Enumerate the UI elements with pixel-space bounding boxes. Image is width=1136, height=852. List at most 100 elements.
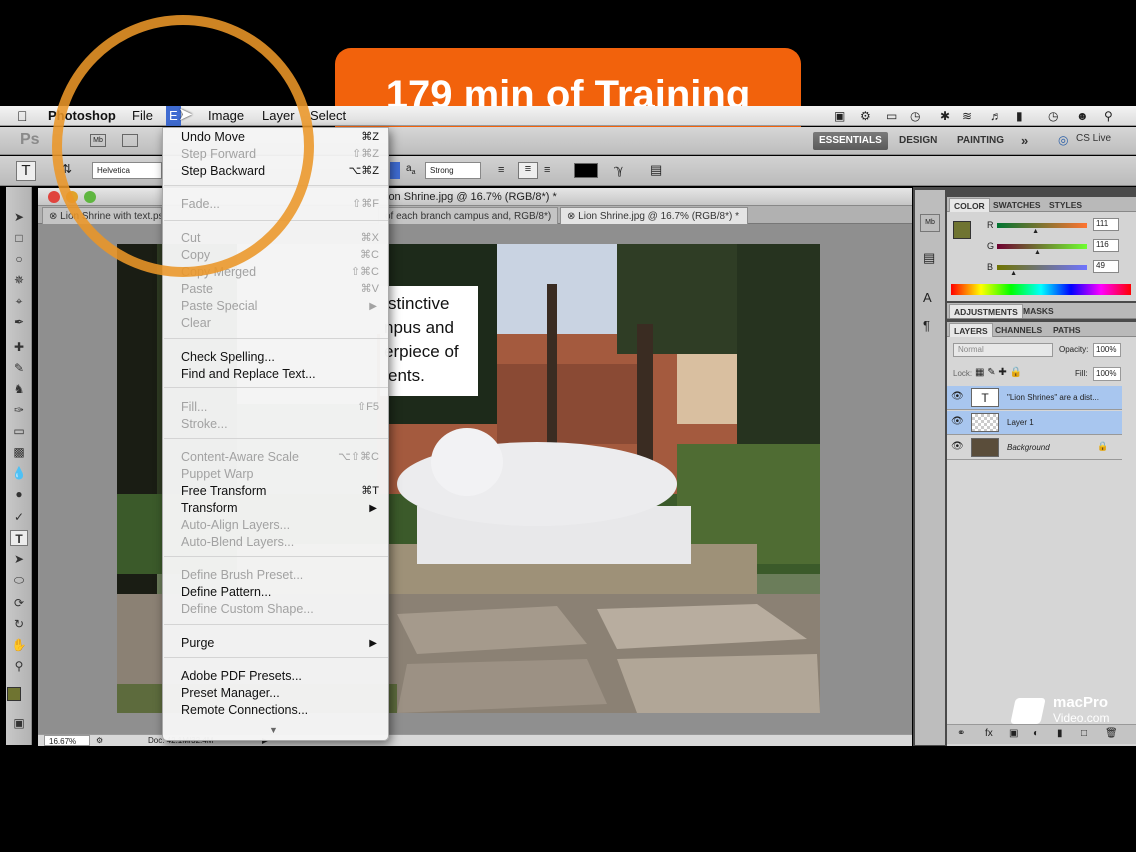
workspace-painting[interactable]: PAINTING — [951, 132, 1010, 150]
align-left-icon[interactable]: ≡ — [498, 164, 504, 176]
menu-item-step-forward[interactable]: Step Forward ⇧⌘Z — [181, 146, 379, 163]
b-slider-thumb[interactable]: ▲ — [1010, 270, 1017, 277]
antialias-select[interactable]: Strong — [425, 162, 481, 179]
menu-item-clear[interactable]: Clear — [181, 315, 379, 332]
adjustment-layer-icon[interactable]: ◐ — [1033, 728, 1039, 739]
menu-item-step-backward[interactable]: Step Backward ⌥⌘Z — [181, 163, 379, 180]
menu-file[interactable]: File — [132, 108, 153, 123]
menu-layer[interactable]: Layer — [262, 108, 295, 123]
menu-item-fade[interactable]: Fade... ⇧⌘F — [181, 196, 379, 213]
align-right-icon[interactable]: ≡ — [544, 164, 550, 176]
menu-item-fill[interactable]: Fill... ⇧F5 — [181, 399, 379, 416]
tab-color[interactable]: COLOR — [949, 198, 990, 212]
history-panel-icon[interactable]: ▤ — [923, 250, 935, 266]
clock-icon[interactable]: ◷ — [1048, 109, 1058, 123]
menu-item-define-brush-preset[interactable]: Define Brush Preset... — [181, 567, 379, 584]
text-orientation-icon[interactable]: ⇅ — [62, 162, 72, 176]
visibility-eye-icon[interactable]: 👁 — [951, 416, 964, 427]
layer-row[interactable]: 👁 Background 🔒 — [947, 436, 1122, 460]
blur-tool-icon[interactable]: 💧 — [10, 465, 28, 481]
workspace-essentials[interactable]: ESSENTIALS — [813, 132, 888, 150]
tab-lion-shrine-jpg[interactable]: ⊗ Lion Shrine.jpg @ 16.7% (RGB/8*) * — [560, 207, 748, 224]
color-fg-swatch[interactable] — [953, 221, 971, 239]
menu-item-undo-move[interactable]: Undo Move ⌘Z — [181, 129, 379, 146]
3d-rotate-tool-icon[interactable]: ⟳ — [10, 595, 28, 611]
fill-field[interactable]: 100% — [1093, 367, 1121, 381]
opacity-field[interactable]: 100% — [1093, 343, 1121, 357]
zoom-field[interactable]: 16.67% — [44, 735, 90, 746]
photo-text-box[interactable]: stinctive npus and erpiece of ents. — [380, 286, 478, 396]
warp-text-icon[interactable]: ℽ — [614, 162, 623, 178]
character-panel-icon[interactable]: ▤ — [650, 162, 662, 178]
lasso-tool-icon[interactable]: ○ — [10, 251, 28, 267]
r-value-field[interactable]: 111 — [1093, 218, 1119, 231]
visibility-eye-icon[interactable]: 👁 — [951, 441, 964, 452]
gear-icon[interactable]: ⚙ — [860, 109, 871, 123]
fx-icon[interactable]: fx — [985, 728, 993, 739]
font-family-field[interactable]: Helvetica — [92, 162, 162, 179]
menu-item-auto-blend-layers[interactable]: Auto-Blend Layers... — [181, 534, 379, 551]
mini-bridge-icon[interactable]: Mb — [920, 214, 940, 232]
menu-item-remote-connections[interactable]: Remote Connections... — [181, 702, 379, 719]
color-spectrum-ramp[interactable] — [951, 284, 1131, 295]
zoom-tool-icon[interactable]: ⚲ — [10, 658, 28, 674]
pen-tool-icon[interactable]: ✓ — [10, 509, 28, 525]
clone-stamp-tool-icon[interactable]: ♞ — [10, 381, 28, 397]
layer-row[interactable]: 👁 T "Lion Shrines" are a dist... — [947, 386, 1122, 410]
apple-icon[interactable]:  — [17, 108, 28, 124]
bluetooth-icon[interactable]: ✱ — [940, 109, 950, 123]
tab-masks[interactable]: MASKS — [1019, 304, 1058, 318]
new-layer-icon[interactable]: □ — [1081, 728, 1087, 739]
wifi-icon[interactable]: ≋ — [962, 109, 972, 123]
gradient-tool-icon[interactable]: ▩ — [10, 444, 28, 460]
type-tool-preset-icon[interactable]: T — [16, 161, 36, 181]
font-size-dropdown[interactable] — [390, 162, 400, 179]
minimize-window-icon[interactable] — [66, 191, 78, 203]
menu-item-preset-manager[interactable]: Preset Manager... — [181, 685, 379, 702]
marquee-tool-icon[interactable]: □ — [10, 230, 28, 246]
menu-item-content-aware-scale[interactable]: Content-Aware Scale ⌥⇧⌘C — [181, 449, 379, 466]
type-tool-icon[interactable]: T — [10, 530, 28, 546]
shape-tool-icon[interactable]: ⬭ — [10, 572, 28, 588]
character-panel-icon[interactable]: A — [923, 290, 932, 305]
path-select-tool-icon[interactable]: ➤ — [10, 551, 28, 567]
menu-image[interactable]: Image — [208, 108, 244, 123]
menu-item-define-pattern[interactable]: Define Pattern... — [181, 584, 379, 601]
menu-scroll-down-icon[interactable]: ▼ — [269, 725, 278, 735]
g-slider-thumb[interactable]: ▲ — [1034, 249, 1041, 256]
menu-item-copy-merged[interactable]: Copy Merged ⇧⌘C — [181, 264, 379, 281]
new-group-icon[interactable]: ▮ — [1057, 728, 1063, 739]
menu-item-cut[interactable]: Cut ⌘X — [181, 230, 379, 247]
quick-mask-icon[interactable]: ▣ — [10, 715, 28, 731]
menu-item-auto-align-layers[interactable]: Auto-Align Layers... — [181, 517, 379, 534]
dodge-tool-icon[interactable]: ● — [10, 486, 28, 502]
app-menu-photoshop[interactable]: Photoshop — [48, 108, 116, 123]
foreground-color-swatch[interactable] — [7, 687, 21, 701]
quick-select-tool-icon[interactable]: ✵ — [10, 272, 28, 288]
r-slider[interactable] — [997, 223, 1087, 228]
menu-item-transform[interactable]: Transform ▶ — [181, 500, 379, 517]
menu-select[interactable]: Select — [310, 108, 346, 123]
time-machine-icon[interactable]: ◷ — [910, 109, 920, 123]
eraser-tool-icon[interactable]: ▭ — [10, 423, 28, 439]
tab-swatches[interactable]: SWATCHES — [989, 198, 1045, 212]
hand-tool-icon[interactable]: ✋ — [10, 637, 28, 653]
volume-icon[interactable]: ♬ — [990, 109, 1002, 123]
menu-item-purge[interactable]: Purge ▶ — [181, 635, 379, 652]
menu-item-free-transform[interactable]: Free Transform ⌘T — [181, 483, 379, 500]
menu-item-check-spelling[interactable]: Check Spelling... — [181, 349, 379, 366]
eyedropper-tool-icon[interactable]: ✒ — [10, 314, 28, 330]
tab-lion-shrine-psd[interactable]: ⊗ Lion Shrine with text.psd — [42, 207, 162, 224]
menu-item-adobe-pdf-presets[interactable]: Adobe PDF Presets... — [181, 668, 379, 685]
workspace-more-button[interactable]: » — [1015, 132, 1034, 150]
crop-tool-icon[interactable]: ⌖ — [10, 293, 28, 309]
brush-tool-icon[interactable]: ✎ — [10, 360, 28, 376]
cs-live-button[interactable]: CS Live — [1076, 133, 1111, 144]
blend-mode-select[interactable]: Normal — [953, 343, 1053, 357]
align-center-icon[interactable]: ≡ — [518, 162, 538, 179]
trash-icon[interactable]: 🗑 — [1105, 728, 1118, 739]
add-mask-icon[interactable]: ▣ — [1009, 728, 1018, 739]
lock-icons[interactable]: ▦ ✎ ✚ 🔒 — [975, 367, 1022, 378]
tab-styles[interactable]: STYLES — [1045, 198, 1086, 212]
camera-icon[interactable]: ▣ — [834, 109, 845, 123]
